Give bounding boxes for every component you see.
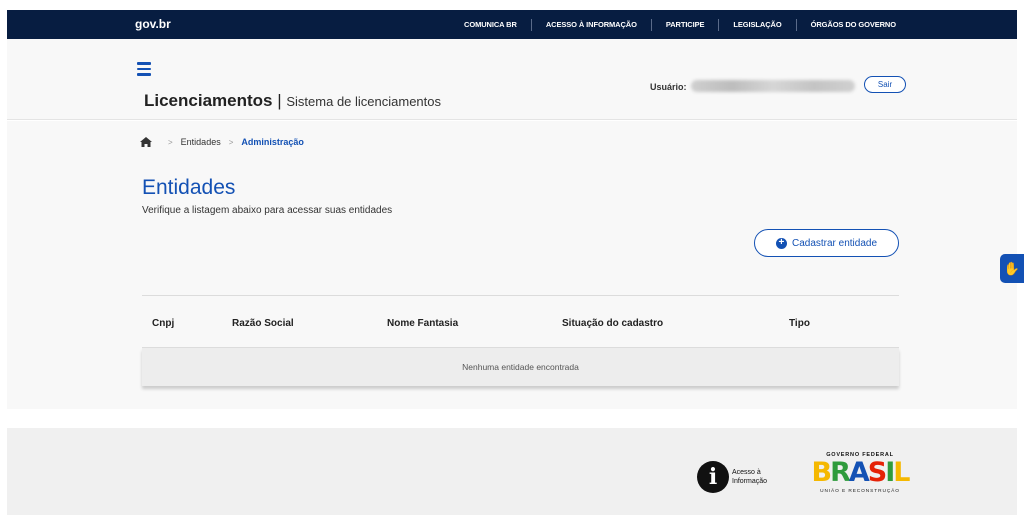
app-title-sub: Sistema de licenciamentos [286, 94, 442, 109]
gov-logo[interactable]: gov.br [135, 17, 171, 31]
app-title: Licenciamentos | Sistema de licenciament… [144, 91, 441, 111]
column-situacao[interactable]: Situação do cadastro [562, 318, 663, 329]
page-title: Entidades [142, 176, 236, 199]
governo-federal-logo: GOVERNO FEDERAL B R A S I L UNIÃO E RECO… [811, 452, 911, 494]
gov-links: COMUNICA BR ACESSO À INFORMAÇÃO PARTICIP… [450, 10, 910, 39]
column-cnpj[interactable]: Cnpj [152, 318, 174, 329]
gov-link-acesso-informacao[interactable]: ACESSO À INFORMAÇÃO [532, 20, 651, 29]
vlibras-hands-icon[interactable]: ✋ [1000, 254, 1024, 283]
table-empty-row: Nenhuma entidade encontrada [142, 348, 899, 386]
gov-link-legislacao[interactable]: LEGISLAÇÃO [719, 20, 795, 29]
info-icon: i [697, 461, 729, 493]
column-razao-social[interactable]: Razão Social [232, 318, 294, 329]
column-nome-fantasia[interactable]: Nome Fantasia [387, 318, 458, 329]
app-title-separator: | [272, 91, 287, 110]
main-content: > Entidades > Administração Entidades Ve… [7, 121, 1017, 409]
gov-link-participe[interactable]: PARTICIPE [652, 20, 719, 29]
home-icon[interactable] [140, 137, 152, 147]
brasil-logo-word: B R A S I L [811, 457, 911, 488]
add-entity-button[interactable]: + Cadastrar entidade [754, 229, 899, 257]
brasil-letter-s: S [867, 457, 888, 488]
logout-button[interactable]: Sair [864, 76, 906, 93]
brasil-letter-r: R [830, 457, 851, 488]
plus-circle-icon: + [775, 237, 787, 249]
gov-link-comunica[interactable]: COMUNICA BR [450, 20, 531, 29]
brasil-letter-a: A [848, 457, 870, 488]
brasil-letter-b: B [811, 457, 833, 488]
access-info-label: Acesso à Informação [732, 468, 776, 486]
access-info-line1: Acesso à [732, 469, 761, 476]
entities-table: Cnpj Razão Social Nome Fantasia Situação… [142, 295, 899, 386]
add-entity-label: Cadastrar entidade [791, 237, 878, 249]
breadcrumb-entidades[interactable]: Entidades [181, 137, 221, 147]
breadcrumb-separator: > [228, 137, 234, 147]
gov-top-bar: gov.br COMUNICA BR ACESSO À INFORMAÇÃO P… [7, 10, 1017, 39]
page-description: Verifique a listagem abaixo para acessar… [142, 205, 393, 216]
column-tipo[interactable]: Tipo [789, 318, 810, 329]
page: gov.br COMUNICA BR ACESSO À INFORMAÇÃO P… [0, 0, 1024, 515]
app-title-main: Licenciamentos [144, 91, 273, 110]
footer: i Acesso à Informação GOVERNO FEDERAL B … [7, 428, 1017, 515]
breadcrumb-administracao[interactable]: Administração [241, 137, 304, 147]
access-info-line2: Informação [732, 478, 768, 485]
table-header: Cnpj Razão Social Nome Fantasia Situação… [142, 295, 899, 348]
gov-link-orgaos[interactable]: ÓRGÃOS DO GOVERNO [797, 20, 910, 29]
hamburger-icon[interactable] [137, 62, 151, 79]
brasil-letter-i: I [885, 457, 895, 488]
access-info-link[interactable]: i Acesso à Informação [697, 461, 776, 493]
brasil-logo-bottom: UNIÃO E RECONSTRUÇÃO [820, 489, 900, 494]
breadcrumb-separator: > [168, 137, 173, 147]
app-header: Licenciamentos | Sistema de licenciament… [7, 39, 1017, 120]
user-name-redacted [691, 80, 855, 92]
breadcrumb: > Entidades > Administração [140, 137, 304, 147]
brasil-letter-l: L [893, 457, 910, 488]
user-label: Usuário: [650, 82, 687, 92]
